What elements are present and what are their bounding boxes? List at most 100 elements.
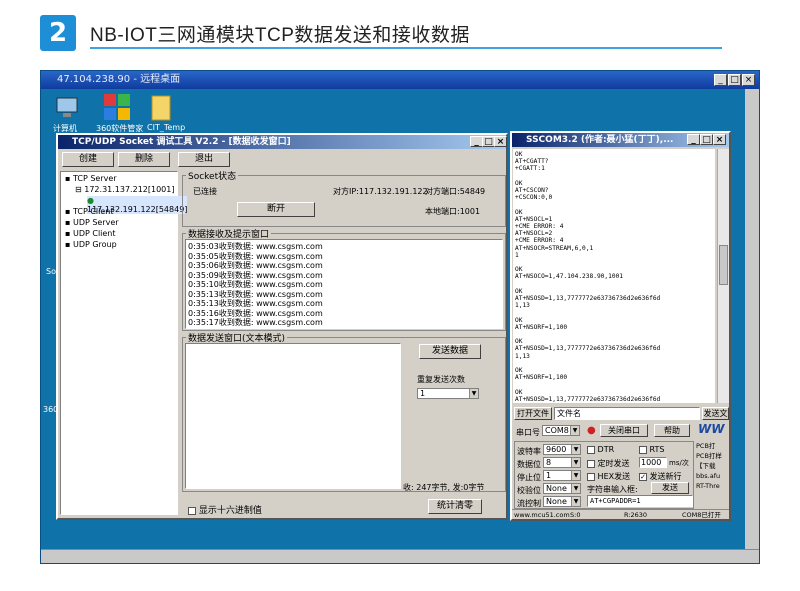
tree-item-udp-group[interactable]: ▪ UDP Group — [65, 240, 117, 249]
maximize-button[interactable]: □ — [728, 74, 741, 86]
open-file-button[interactable]: 打开文件 — [514, 407, 552, 420]
status-url: www.mcu51.com — [514, 511, 570, 519]
stop-bits-select[interactable]: 1 ▼ — [543, 470, 581, 481]
repeat-count-select[interactable]: 1 ▼ — [417, 388, 479, 399]
tcp-udp-tool-window: TCP/UDP Socket 调试工具 V2.2 - [数据收发窗口] _ □ … — [56, 133, 508, 520]
tree-item-udp-client[interactable]: ▪ UDP Client — [65, 229, 116, 238]
clear-stats-button[interactable]: 统计清零 — [428, 499, 482, 514]
receive-group: 数据接收及提示窗口 0:35:03收到数据: www.csgsm.com 0:3… — [182, 227, 506, 331]
ad-line: bbs.afu — [696, 472, 721, 480]
horizontal-scrollbar[interactable] — [41, 549, 759, 563]
checkbox[interactable]: ✓ — [639, 472, 647, 481]
terminal-line: AT+CSCON? — [515, 187, 549, 195]
tree-item-tcp-server[interactable]: ▪ TCP Server — [65, 174, 117, 183]
create-button[interactable]: 创建 — [62, 152, 114, 167]
connection-status: 已连接 — [193, 187, 217, 196]
connection-tree: ▪ TCP Server ⊟ 172.31.137.212[1001] ● 11… — [60, 171, 188, 515]
terminal-line: 1,13 — [515, 352, 530, 360]
tcp-tool-titlebar: TCP/UDP Socket 调试工具 V2.2 - [数据收发窗口] _ □ … — [58, 135, 507, 149]
rts-checkbox[interactable]: RTS — [639, 445, 665, 454]
send-data-button[interactable]: 发送数据 — [419, 344, 481, 359]
interval-input[interactable]: 1000 — [639, 457, 667, 468]
terminal-line: OK — [515, 388, 523, 396]
logo-icon: WW — [698, 422, 725, 436]
terminal-line: OK — [515, 179, 523, 187]
terminal-line: AT+CGATT? — [515, 158, 549, 166]
help-button[interactable]: 帮助 — [654, 424, 690, 437]
port-status-icon: ● — [587, 425, 596, 436]
hex-display-checkbox[interactable]: 显示十六进制值 — [188, 503, 262, 516]
data-bits-select[interactable]: 8 ▼ — [543, 457, 581, 468]
checkbox[interactable] — [587, 445, 595, 454]
close-button[interactable]: × — [742, 74, 755, 86]
ad-line: 【下载 — [696, 462, 716, 470]
title-underline — [90, 47, 722, 49]
tcp-tool-title: TCP/UDP Socket 调试工具 V2.2 - [数据收发窗口] — [72, 137, 291, 147]
chevron-down-icon: ▼ — [469, 389, 478, 398]
baud-select[interactable]: 9600 ▼ — [543, 444, 581, 455]
receive-log[interactable]: 0:35:03收到数据: www.csgsm.com 0:35:05收到数据: … — [185, 239, 503, 329]
close-port-button[interactable]: 关闭串口 — [600, 424, 648, 437]
minimize-button[interactable]: _ — [687, 134, 700, 145]
tree-item-udp-server[interactable]: ▪ UDP Server — [65, 218, 119, 227]
disconnect-button[interactable]: 断开 — [237, 202, 315, 217]
exit-button[interactable]: 退出 — [178, 152, 230, 167]
tree-item-tcp-client[interactable]: ▪ TCP Client — [65, 207, 114, 216]
terminal-line: 1 — [515, 251, 519, 259]
software-manager-icon[interactable] — [103, 93, 130, 120]
port-select[interactable]: COM8 ▼ — [542, 425, 580, 436]
minimize-button[interactable]: _ — [714, 74, 727, 86]
send-file-button[interactable]: 发送文 — [702, 407, 729, 420]
terminal-scrollbar[interactable] — [717, 149, 729, 403]
tree-icon: ▪ — [65, 174, 71, 183]
terminal-line: AT+NSOSD=1,13,7777772e63736736d2e636f6d — [515, 395, 661, 403]
send-newline-checkbox[interactable]: ✓ 发送新行 — [639, 471, 682, 482]
checkbox[interactable] — [639, 445, 647, 454]
parity-select[interactable]: None ▼ — [543, 483, 581, 494]
tree-item-server-address[interactable]: ⊟ 172.31.137.212[1001] — [75, 185, 174, 194]
baud-label: 波特率 — [517, 447, 541, 456]
flow-control-select[interactable]: None ▼ — [543, 496, 581, 507]
hex-send-checkbox[interactable]: HEX发送 — [587, 471, 630, 482]
terminal-line: +CSCON:0,0 — [515, 194, 553, 202]
checkbox[interactable] — [587, 459, 595, 468]
folder-icon[interactable] — [149, 93, 175, 121]
timed-send-checkbox[interactable]: 定时发送 — [587, 458, 630, 469]
file-name-field[interactable]: 文件名 — [554, 407, 700, 420]
ad-line: PCB打样 — [696, 452, 722, 460]
log-line: 0:35:13收到数据: www.csgsm.com — [188, 289, 323, 299]
checkbox[interactable] — [587, 472, 595, 481]
delete-button[interactable]: 删除 — [118, 152, 170, 167]
scroll-thumb[interactable] — [719, 245, 728, 285]
serial-terminal[interactable]: OK AT+CGATT? +CGATT:1 OK AT+CSCON? +CSCON:0,… — [513, 149, 715, 403]
close-button[interactable]: × — [713, 134, 726, 145]
terminal-line: +CME ERROR: 4 — [515, 223, 564, 231]
vertical-scrollbar[interactable] — [745, 89, 759, 549]
send-button[interactable]: 发送 — [651, 482, 689, 494]
terminal-line: OK — [515, 367, 523, 375]
chevron-down-icon: ▼ — [571, 445, 580, 454]
command-input[interactable]: AT+CGPADDR=1 — [587, 495, 693, 507]
port-label: 串口号 — [516, 428, 540, 437]
status-bar: www.mcu51.com S:0 R:2630 COM8已打开 — [512, 509, 729, 519]
maximize-button[interactable]: □ — [700, 134, 713, 145]
terminal-line: AT+NSOCL=1 — [515, 215, 553, 223]
close-button[interactable]: × — [494, 136, 507, 147]
sscom-titlebar: SSCOM3.2 (作者:聂小猛(丁丁),... _ □ × — [512, 133, 729, 147]
log-line: 0:35:10收到数据: www.csgsm.com — [188, 280, 323, 289]
checkbox[interactable] — [188, 506, 196, 515]
interval-unit: ms/次 — [669, 459, 689, 467]
terminal-line: AT+NSOCO=1,47.104.238.90,1001 — [515, 273, 624, 281]
log-line: 0:35:16收到数据: www.csgsm.com — [188, 308, 323, 318]
send-textarea[interactable] — [185, 343, 401, 489]
dtr-checkbox[interactable]: DTR — [587, 445, 614, 454]
terminal-line: 1,13 — [515, 302, 530, 310]
terminal-line: OK — [515, 151, 523, 158]
computer-icon[interactable] — [55, 95, 81, 121]
